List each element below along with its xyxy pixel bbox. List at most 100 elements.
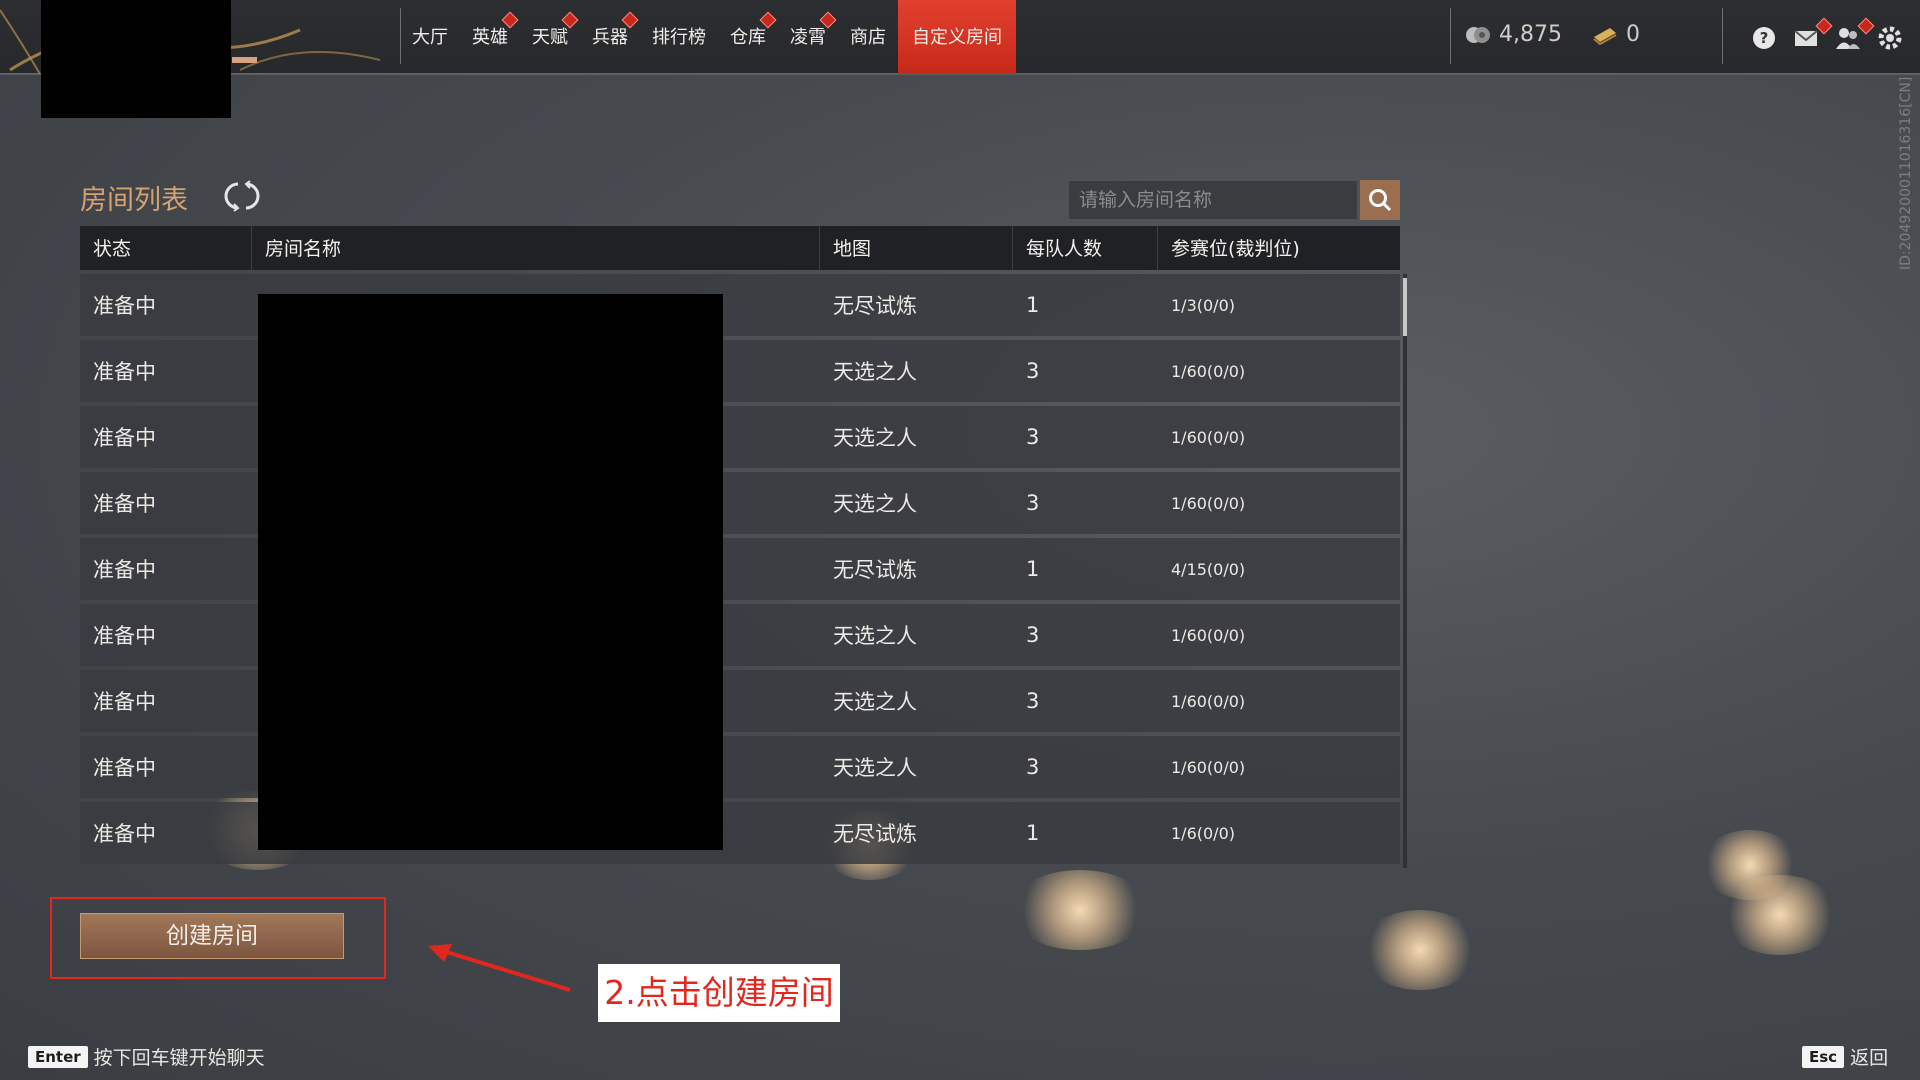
pointer-arrow-icon: [428, 944, 571, 992]
nav-tab-label: 商店: [850, 27, 886, 48]
room-team-size: 1: [1026, 557, 1040, 581]
coin-icon: [1466, 26, 1490, 43]
scrollbar-thumb[interactable]: [1403, 278, 1407, 336]
lantern-light: [1360, 910, 1480, 990]
nav-tab[interactable]: 排行榜: [640, 0, 718, 74]
scrollbar-track[interactable]: [1403, 274, 1407, 868]
svg-text:?: ?: [1760, 29, 1769, 47]
page-title: 房间列表: [80, 185, 188, 216]
room-search-box: [1068, 180, 1359, 220]
nav-tab-label: 天赋: [532, 27, 568, 48]
room-status: 准备中: [93, 492, 156, 516]
room-team-size: 3: [1026, 623, 1040, 647]
help-icon[interactable]: ?: [1750, 24, 1778, 52]
room-status: 准备中: [93, 690, 156, 714]
room-team-size: 3: [1026, 359, 1040, 383]
nav-tab[interactable]: 兵器: [580, 0, 640, 74]
room-status: 准备中: [93, 426, 156, 450]
room-map: 天选之人: [833, 360, 917, 384]
nav-tab-label: 英雄: [472, 27, 508, 48]
nav-tab-label: 大厅: [412, 27, 448, 48]
nav-tab[interactable]: 凌霄: [778, 0, 838, 74]
enter-key-badge: Enter: [28, 1045, 88, 1068]
refresh-icon[interactable]: [224, 178, 260, 214]
notification-dot-icon: [759, 11, 777, 29]
room-slots: 1/60(0/0): [1171, 361, 1246, 381]
notification-dot-icon: [561, 11, 579, 29]
column-team-size[interactable]: 每队人数: [1013, 226, 1158, 270]
room-slots: 1/3(0/0): [1171, 295, 1235, 315]
room-search-input[interactable]: [1069, 181, 1359, 219]
client-id: ID:2049200011016316[CN]: [1898, 76, 1914, 270]
nav-tab[interactable]: 天赋: [520, 0, 580, 74]
ticket-icon: [1593, 27, 1617, 45]
room-map: 天选之人: [833, 624, 917, 648]
nav-tab[interactable]: 英雄: [460, 0, 520, 74]
coin-balance[interactable]: 4,875: [1465, 22, 1562, 47]
room-map: 无尽试炼: [833, 822, 917, 846]
coin-amount: 4,875: [1499, 22, 1562, 47]
nav-tab[interactable]: 仓库: [718, 0, 778, 74]
room-status: 准备中: [93, 558, 156, 582]
room-status: 准备中: [93, 624, 156, 648]
level-bar: [232, 57, 257, 63]
ticket-balance[interactable]: 0: [1592, 22, 1640, 47]
nav-tab-label: 凌霄: [790, 27, 826, 48]
esc-key-badge: Esc: [1802, 1045, 1845, 1068]
lantern-light: [1720, 875, 1840, 955]
instruction-callout: 2.点击创建房间: [598, 964, 840, 1022]
room-map: 无尽试炼: [833, 294, 917, 318]
nav-tab[interactable]: 商店: [838, 0, 898, 74]
column-status[interactable]: 状态: [80, 226, 252, 270]
mail-icon[interactable]: [1792, 24, 1820, 52]
room-slots: 1/60(0/0): [1171, 691, 1246, 711]
chat-hint[interactable]: Enter 按下回车键开始聊天: [28, 1043, 265, 1070]
column-map[interactable]: 地图: [820, 226, 1013, 270]
lantern-light: [1010, 870, 1150, 950]
notification-dot-icon: [819, 11, 837, 29]
column-room-name[interactable]: 房间名称: [252, 226, 820, 270]
redacted-room-names: [258, 294, 723, 850]
room-slots: 1/60(0/0): [1171, 625, 1246, 645]
friends-icon[interactable]: [1834, 24, 1862, 52]
room-map: 天选之人: [833, 690, 917, 714]
search-button[interactable]: [1360, 180, 1400, 220]
nav-tab-label: 自定义房间: [912, 27, 1002, 48]
room-status: 准备中: [93, 756, 156, 780]
nav-tab[interactable]: 大厅: [400, 0, 460, 74]
room-team-size: 1: [1026, 821, 1040, 845]
room-team-size: 3: [1026, 491, 1040, 515]
room-team-size: 3: [1026, 755, 1040, 779]
nav-tab[interactable]: 自定义房间: [898, 0, 1016, 74]
room-map: 天选之人: [833, 756, 917, 780]
room-team-size: 1: [1026, 293, 1040, 317]
room-map: 天选之人: [833, 426, 917, 450]
room-team-size: 3: [1026, 689, 1040, 713]
table-header: 状态 房间名称 地图 每队人数 参赛位(裁判位): [80, 226, 1400, 270]
divider: [1722, 8, 1723, 64]
notification-dot-icon: [621, 11, 639, 29]
search-icon: [1369, 189, 1392, 212]
nav-tab-label: 排行榜: [652, 27, 706, 48]
room-slots: 1/60(0/0): [1171, 757, 1246, 777]
room-slots: 1/6(0/0): [1171, 823, 1235, 843]
room-slots: 1/60(0/0): [1171, 493, 1246, 513]
back-hint[interactable]: Esc 返回: [1802, 1043, 1888, 1070]
room-slots: 4/15(0/0): [1171, 559, 1246, 579]
divider: [1450, 8, 1451, 64]
settings-gear-icon[interactable]: [1876, 24, 1904, 52]
room-map: 天选之人: [833, 492, 917, 516]
create-room-button[interactable]: 创建房间: [80, 913, 344, 959]
room-slots: 1/60(0/0): [1171, 427, 1246, 447]
redacted-avatar: [41, 0, 231, 118]
room-status: 准备中: [93, 294, 156, 318]
column-slots[interactable]: 参赛位(裁判位): [1158, 226, 1400, 270]
nav-tab-label: 兵器: [592, 27, 628, 48]
ticket-amount: 0: [1626, 22, 1640, 47]
room-map: 无尽试炼: [833, 558, 917, 582]
room-status: 准备中: [93, 360, 156, 384]
chat-hint-text: 按下回车键开始聊天: [93, 1047, 265, 1069]
notification-dot-icon: [501, 11, 519, 29]
nav-tab-label: 仓库: [730, 27, 766, 48]
room-team-size: 3: [1026, 425, 1040, 449]
